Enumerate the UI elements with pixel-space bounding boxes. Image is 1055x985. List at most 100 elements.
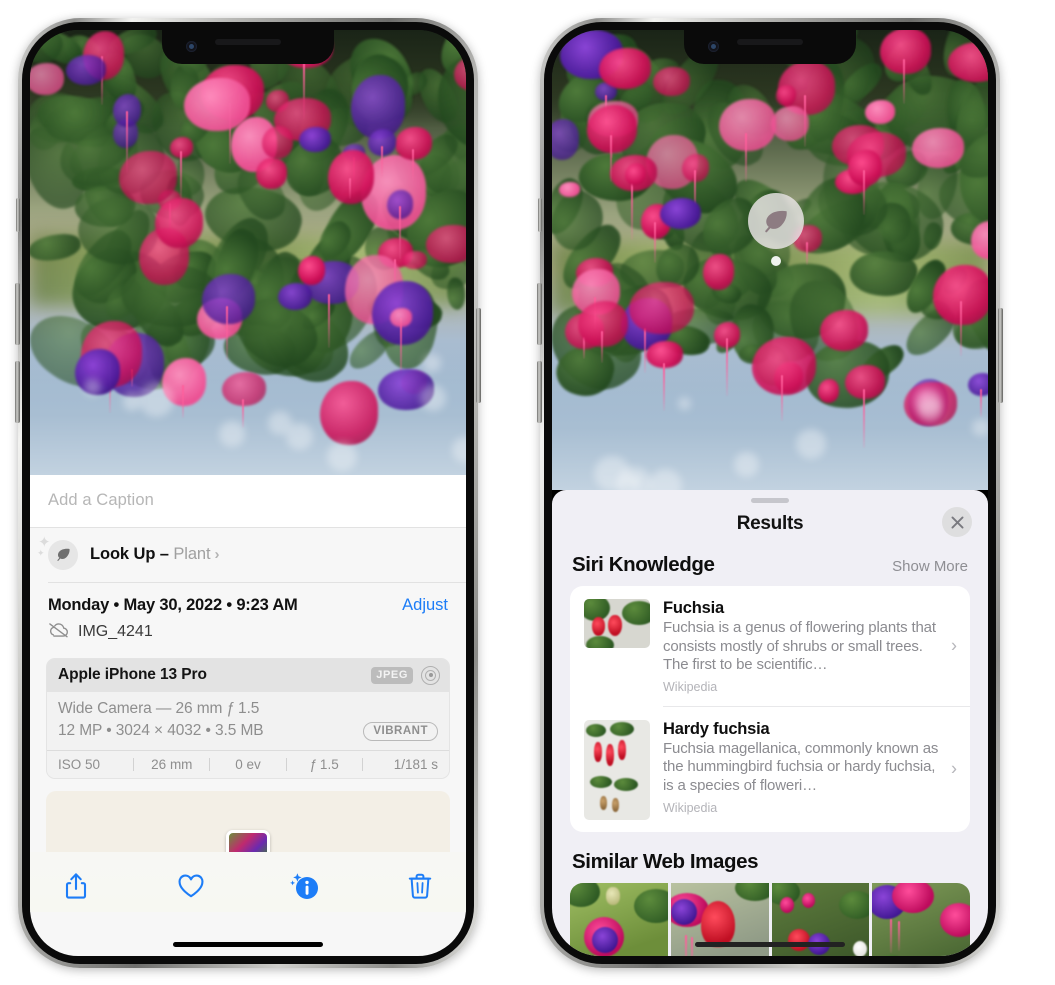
result-source: Wikipedia	[663, 800, 718, 815]
exif-stats-row: ISO 50 26 mm 0 ev ƒ 1.5 1/181 s	[47, 749, 449, 778]
photo-flower	[819, 310, 868, 351]
photo-flower	[817, 378, 839, 403]
photo-flower	[578, 301, 629, 347]
chevron-right-icon: ›	[951, 635, 957, 656]
earpiece-speaker	[215, 39, 281, 45]
front-camera	[186, 41, 197, 52]
photo-flower	[278, 283, 312, 310]
share-button[interactable]	[56, 866, 96, 906]
chevron-right-icon: ›	[214, 546, 220, 564]
side-power-button[interactable]	[998, 308, 1003, 403]
photo-viewer[interactable]	[552, 30, 988, 490]
leaf-icon	[48, 539, 78, 570]
volume-up-button[interactable]	[15, 283, 20, 345]
look-up-badge: ✦ ✦	[37, 535, 78, 570]
photo-bokeh	[219, 421, 245, 447]
photo-stamen	[805, 242, 808, 266]
volume-down-button[interactable]	[537, 361, 542, 423]
volume-down-button[interactable]	[15, 361, 20, 423]
side-power-button[interactable]	[476, 308, 481, 403]
section-title: Similar Web Images	[572, 849, 759, 873]
photo-stamen	[398, 205, 401, 259]
photo-flower	[702, 253, 734, 290]
exif-body: Wide Camera — 26 mm ƒ 1.5 12 MP • 3024 ×…	[47, 691, 449, 750]
capture-details: Monday • May 30, 2022 • 9:23 AM Adjust I…	[30, 582, 466, 654]
siri-knowledge-header: Siri Knowledge Show More	[552, 549, 988, 586]
mute-switch[interactable]	[16, 198, 20, 232]
photo-bokeh	[327, 441, 357, 472]
photo-flower	[298, 256, 325, 285]
photo-stamen	[179, 151, 182, 199]
screen-right: Results Siri Knowledge Show More Fuchsia…	[552, 30, 988, 956]
adjust-button[interactable]: Adjust	[402, 596, 448, 615]
notch	[684, 30, 856, 64]
photo-flower	[911, 128, 964, 169]
photo-stamen	[241, 398, 244, 429]
photo-foliage	[447, 277, 466, 310]
photo-flower	[184, 78, 250, 131]
lens-info: Wide Camera — 26 mm ƒ 1.5	[58, 699, 260, 717]
photo-flower	[625, 163, 647, 186]
result-title: Hardy fuchsia	[663, 719, 770, 738]
earpiece-speaker	[737, 39, 803, 45]
list-item[interactable]: Fuchsia Fuchsia is a genus of flowering …	[570, 586, 970, 706]
stat-exposure: 0 ev	[235, 756, 261, 772]
photo-flower	[752, 337, 817, 396]
photo-flower	[154, 197, 203, 249]
photo-flower	[845, 365, 886, 400]
stat-shutter: 1/181 s	[393, 756, 439, 772]
web-image-tile[interactable]	[872, 882, 970, 956]
photo-stamen	[863, 389, 866, 448]
toolbar-safe-area	[30, 912, 466, 956]
photo-stamen	[631, 183, 634, 240]
section-title: Siri Knowledge	[572, 553, 715, 576]
photo-bokeh	[734, 452, 759, 477]
photo-flower	[776, 84, 797, 106]
home-indicator[interactable]	[695, 942, 845, 947]
mute-switch[interactable]	[538, 198, 542, 232]
photo-stamen	[181, 384, 184, 418]
screen-left: Add a Caption ✦ ✦ Look Up – Plant › Mond…	[30, 30, 466, 956]
photo-flower	[118, 150, 178, 205]
photo-flower	[880, 30, 931, 75]
visual-look-up-badge[interactable]	[748, 193, 804, 249]
close-icon	[950, 515, 963, 528]
result-source: Wikipedia	[663, 679, 718, 694]
home-indicator[interactable]	[173, 942, 323, 947]
screenshot-stage: Add a Caption ✦ ✦ Look Up – Plant › Mond…	[0, 0, 1055, 985]
look-up-row[interactable]: ✦ ✦ Look Up – Plant ›	[30, 527, 466, 582]
photo-bokeh	[677, 396, 691, 410]
photo-bokeh	[267, 411, 292, 436]
list-item[interactable]: Hardy fuchsia Fuchsia magellanica, commo…	[570, 707, 970, 832]
result-snippet: Fuchsia magellanica, commonly known as t…	[663, 739, 939, 794]
photo-bokeh	[594, 455, 630, 490]
photo-stamen	[609, 135, 612, 183]
photo-flower	[390, 307, 413, 328]
photo-flower	[402, 251, 427, 269]
close-button[interactable]	[942, 507, 972, 537]
photo-stamen	[959, 300, 962, 357]
photo-flower	[719, 98, 776, 151]
show-more-button[interactable]: Show More	[892, 558, 968, 575]
look-up-subject: Plant	[173, 545, 211, 564]
location-map[interactable]	[46, 790, 450, 853]
photo-flower	[558, 181, 580, 198]
exif-card[interactable]: Apple iPhone 13 Pro JPEG Wide Camera — 2…	[46, 657, 450, 779]
photo-bokeh	[796, 428, 827, 459]
photo-viewer[interactable]	[30, 30, 466, 475]
volume-up-button[interactable]	[537, 283, 542, 345]
stat-aperture: ƒ 1.5	[309, 756, 339, 772]
photo-flower	[299, 126, 332, 153]
delete-button[interactable]	[400, 866, 440, 906]
caption-input[interactable]: Add a Caption	[30, 475, 466, 527]
web-image-tile[interactable]	[570, 882, 668, 956]
info-button[interactable]	[285, 866, 325, 906]
favorite-button[interactable]	[171, 866, 211, 906]
iphone-left: Add a Caption ✦ ✦ Look Up – Plant › Mond…	[15, 18, 481, 968]
siri-knowledge-card-group: Fuchsia Fuchsia is a genus of flowering …	[570, 586, 970, 832]
look-up-label: Look Up – Plant ›	[90, 545, 219, 564]
chevron-right-icon: ›	[951, 758, 957, 779]
photo-info-panel: Add a Caption ✦ ✦ Look Up – Plant › Mond…	[30, 475, 466, 956]
photo-flower	[328, 150, 375, 205]
format-badge: JPEG	[371, 666, 413, 684]
